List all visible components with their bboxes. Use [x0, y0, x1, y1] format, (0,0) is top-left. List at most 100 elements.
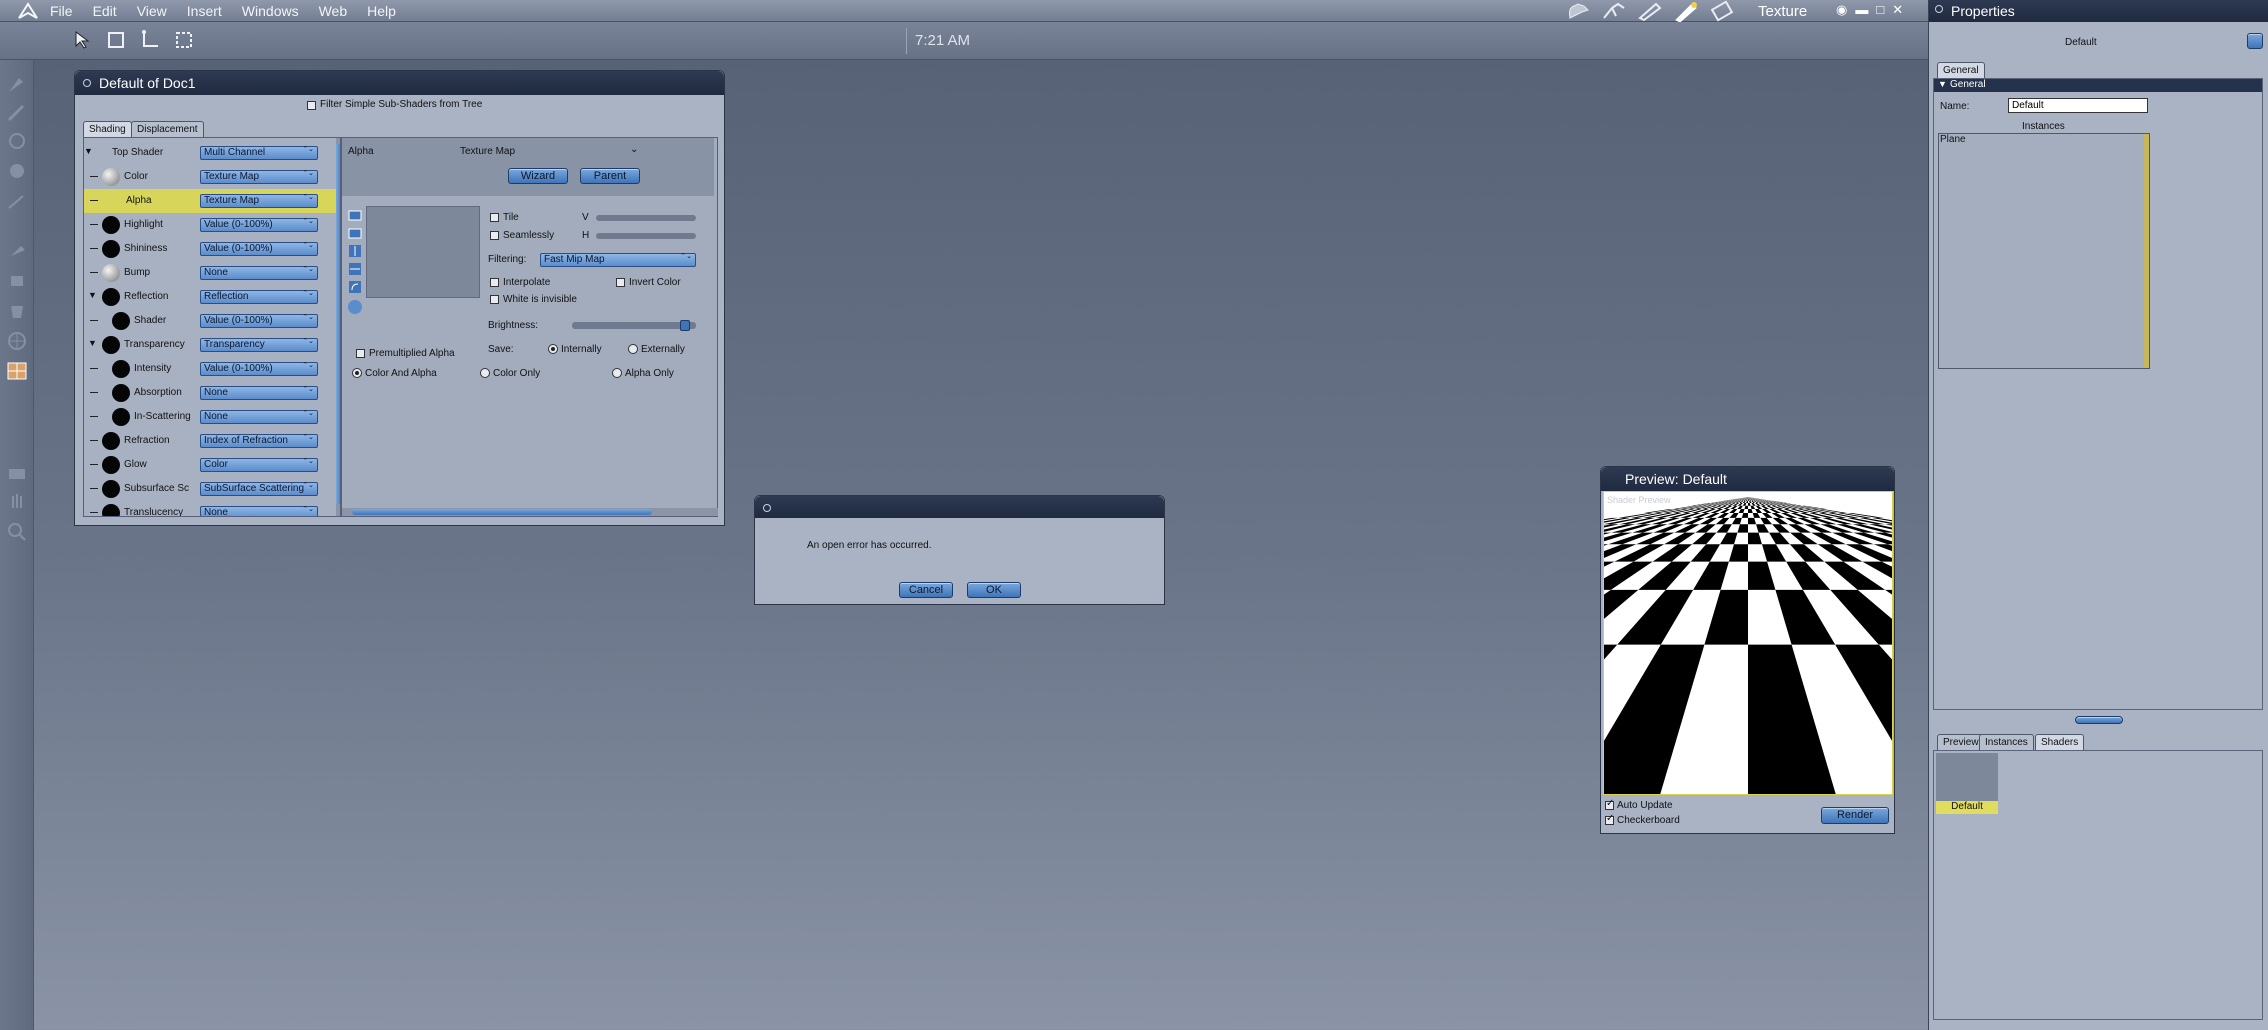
instances-list[interactable]: Plane: [1938, 133, 2150, 369]
checkerboard-preview[interactable]: [1603, 491, 1893, 795]
app-logo-icon[interactable]: [16, 1, 40, 21]
arrow-select-icon[interactable]: [70, 28, 94, 52]
cloth-room-icon[interactable]: [1708, 0, 1736, 22]
shader-type-select[interactable]: None: [200, 266, 318, 280]
scale-tool-icon[interactable]: [172, 28, 196, 52]
expand-triangle-icon[interactable]: ▼: [88, 338, 97, 348]
h-tile-slider[interactable]: [596, 233, 696, 239]
color-and-alpha-radio[interactable]: [352, 368, 362, 378]
shader-type-select[interactable]: None: [200, 386, 318, 400]
tab-shading[interactable]: Shading: [83, 121, 132, 137]
alpha-only-radio[interactable]: [612, 368, 622, 378]
bucket-icon[interactable]: [5, 300, 29, 322]
frame-select-icon[interactable]: [104, 28, 128, 52]
menu-windows[interactable]: Windows: [242, 3, 309, 19]
color-only-radio[interactable]: [480, 368, 490, 378]
flip-vertical-icon[interactable]: [348, 244, 362, 258]
cancel-button[interactable]: Cancel: [899, 582, 953, 598]
properties-title-bar[interactable]: Properties: [1929, 0, 2268, 22]
shader-type-select[interactable]: None: [200, 506, 318, 516]
shader-panel-title-bar[interactable]: Default of Doc1: [75, 71, 724, 95]
dialog-close-icon[interactable]: [763, 504, 771, 512]
properties-menu-button[interactable]: [2247, 33, 2263, 49]
menu-edit[interactable]: Edit: [93, 3, 127, 19]
shader-type-select[interactable]: Value (0-100%): [200, 242, 318, 256]
shader-tree-row[interactable]: Absorption None: [84, 381, 336, 405]
camera-icon[interactable]: [5, 462, 29, 484]
v-tile-slider[interactable]: [596, 215, 696, 221]
expand-triangle-icon[interactable]: ▼: [88, 290, 97, 300]
shader-type-select[interactable]: SubSurface Scattering: [200, 482, 318, 496]
texture-thumbnail[interactable]: [366, 206, 480, 298]
minimize-icon[interactable]: ▬: [1855, 2, 1868, 18]
save-folder-icon[interactable]: [348, 226, 362, 240]
shader-tree-row[interactable]: Refraction Index of Refraction: [84, 429, 336, 453]
auto-update-checkbox[interactable]: [1605, 798, 1614, 810]
wizard-button[interactable]: Wizard: [508, 168, 568, 184]
open-folder-icon[interactable]: [348, 208, 362, 222]
splitter-handle[interactable]: [2075, 716, 2123, 724]
tab-displacement[interactable]: Displacement: [131, 121, 204, 137]
shader-thumbnail[interactable]: [1936, 753, 1998, 803]
rotate-icon[interactable]: [5, 130, 29, 152]
shader-tree-row[interactable]: Translucency None: [84, 501, 336, 516]
brightness-slider[interactable]: [572, 320, 696, 331]
close-icon[interactable]: ✕: [1892, 2, 1903, 18]
preview-title-bar[interactable]: Preview: Default: [1601, 467, 1894, 491]
texture-tool-icon[interactable]: [5, 360, 29, 382]
face-room-icon[interactable]: [1636, 0, 1664, 22]
seamlessly-checkbox[interactable]: [490, 231, 499, 240]
instance-item[interactable]: Plane: [1940, 134, 1966, 145]
sphere-icon[interactable]: [5, 160, 29, 182]
shader-tree-row[interactable]: In-Scattering None: [84, 405, 336, 429]
pointer-icon[interactable]: [5, 74, 29, 96]
texture-room-icon[interactable]: [1672, 0, 1700, 22]
shader-type-select[interactable]: Value (0-100%): [200, 314, 318, 328]
tab-instances[interactable]: Instances: [1979, 734, 2034, 750]
shader-tree-row[interactable]: Bump None: [84, 261, 336, 285]
hand-room-icon[interactable]: [1564, 0, 1592, 22]
general-section-header[interactable]: ▼ General: [1934, 79, 2262, 92]
collapse-chevron-icon[interactable]: ⌄: [630, 144, 638, 155]
dialog-title-bar[interactable]: [755, 496, 1164, 518]
wand-icon[interactable]: [5, 190, 29, 212]
hand-pan-icon[interactable]: [5, 490, 29, 512]
instances-scrollbar[interactable]: [2144, 134, 2149, 368]
shader-tree-row[interactable]: Shininess Value (0-100%): [84, 237, 336, 261]
ok-button[interactable]: OK: [967, 582, 1021, 598]
filtering-select[interactable]: Fast Mip Map: [540, 253, 696, 267]
editor-hscrollbar[interactable]: [342, 508, 718, 516]
zoom-icon[interactable]: [5, 520, 29, 542]
shader-tree-row[interactable]: ▼ Reflection Reflection: [84, 285, 336, 309]
menu-help[interactable]: Help: [367, 3, 406, 19]
tab-general[interactable]: General: [1937, 62, 1985, 78]
globe-icon[interactable]: [5, 330, 29, 352]
shader-tree-row[interactable]: Alpha Texture Map: [84, 189, 336, 213]
tile-checkbox[interactable]: [490, 213, 499, 222]
parent-button[interactable]: Parent: [580, 168, 640, 184]
axis-tool-icon[interactable]: [138, 28, 162, 52]
shader-type-select[interactable]: Reflection: [200, 290, 318, 304]
white-invisible-checkbox[interactable]: [490, 295, 499, 304]
shader-type-select[interactable]: Texture Map: [200, 194, 318, 208]
invert-color-checkbox[interactable]: [616, 278, 625, 287]
tab-preview[interactable]: Preview: [1937, 734, 1985, 750]
tab-shaders[interactable]: Shaders: [2035, 734, 2085, 750]
shader-tree-row[interactable]: Shader Value (0-100%): [84, 309, 336, 333]
premultiplied-alpha-checkbox[interactable]: [356, 349, 365, 358]
shader-type-select[interactable]: Index of Refraction: [200, 434, 318, 448]
shader-tree-row[interactable]: ▼ Transparency Transparency: [84, 333, 336, 357]
save-externally-radio[interactable]: [628, 344, 638, 354]
shader-type-select[interactable]: Transparency: [200, 338, 318, 352]
color-swatch-icon[interactable]: [348, 300, 362, 314]
shader-type-select[interactable]: Multi Channel: [200, 146, 318, 160]
shader-tree-row[interactable]: ▼ Top Shader Multi Channel: [84, 141, 336, 165]
shader-type-select[interactable]: Color: [200, 458, 318, 472]
shader-type-select[interactable]: Value (0-100%): [200, 362, 318, 376]
render-button[interactable]: Render: [1821, 807, 1889, 824]
shader-type-select[interactable]: Texture Map: [200, 170, 318, 184]
pose-room-icon[interactable]: [1600, 0, 1628, 22]
menu-file[interactable]: File: [50, 3, 83, 19]
editor-hscroll-thumb[interactable]: [352, 509, 652, 515]
shovel-icon[interactable]: [5, 240, 29, 262]
